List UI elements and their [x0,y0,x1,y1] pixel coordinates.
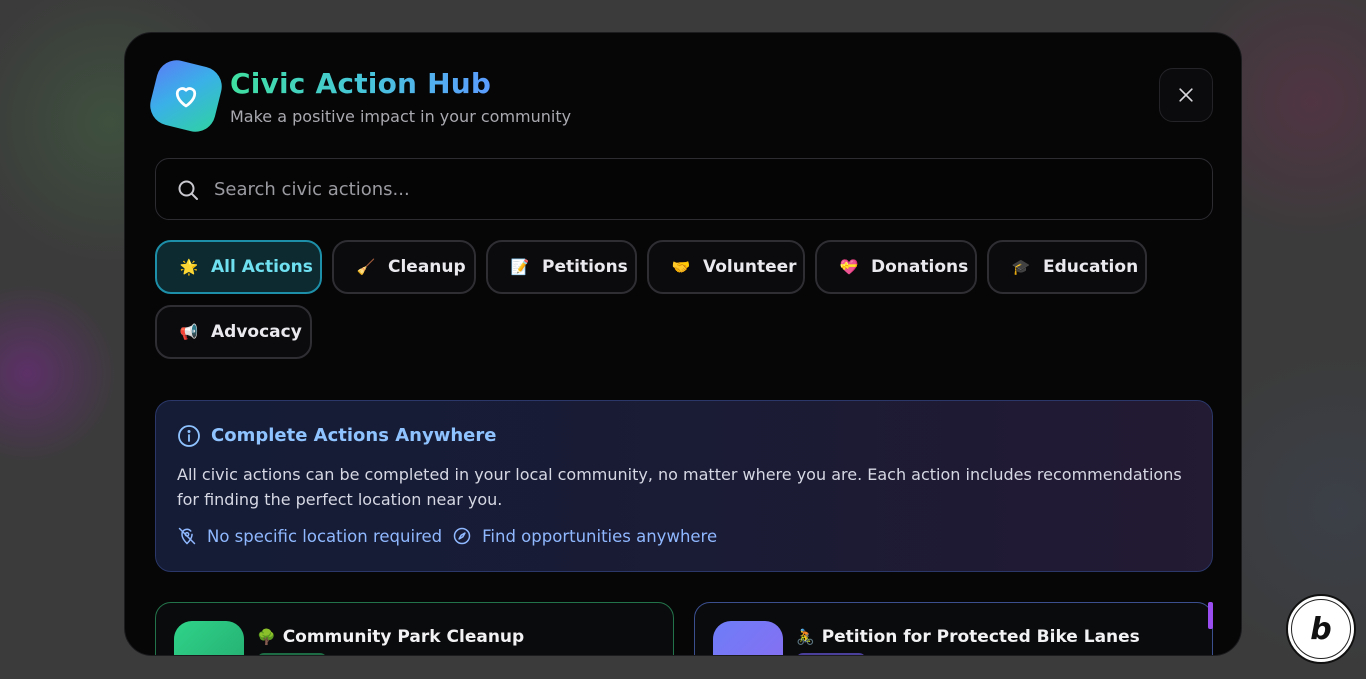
action-card-title-text: Community Park Cleanup [282,627,525,647]
megaphone-icon: 📢 [179,323,199,341]
heart-icon [175,87,197,108]
search-bar [155,158,1213,220]
action-card-title: 🌳 Community Park Cleanup [257,627,524,647]
info-icon [178,425,200,447]
category-badge [796,653,866,655]
category-chip-label: Donations [871,257,969,277]
category-chip-donations[interactable]: 💝 Donations [815,240,977,294]
info-meta: No specific location required Find oppor… [177,526,717,546]
category-chip-label: Volunteer [703,257,797,277]
action-card-title: 🚴 Petition for Protected Bike Lanes [796,627,1140,647]
category-chip-label: Advocacy [211,322,302,342]
page-title: Civic Action Hub [230,67,492,100]
category-chip-label: All Actions [211,257,313,277]
gift-heart-icon: 💝 [839,258,859,276]
page-subtitle: Make a positive impact in your community [230,107,572,126]
action-card[interactable]: 🚴 Petition for Protected Bike Lanes [694,602,1213,655]
document-icon [713,621,783,655]
info-heading: Complete Actions Anywhere [211,425,497,446]
category-chip-education[interactable]: 🎓 Education [987,240,1147,294]
category-chip-label: Cleanup [388,257,466,277]
search-input[interactable] [214,159,1174,219]
find-anywhere-text: Find opportunities anywhere [482,526,718,546]
no-location-text: No specific location required [207,526,443,546]
action-card-title-text: Petition for Protected Bike Lanes [821,627,1140,647]
info-body: All civic actions can be completed in yo… [177,465,1182,509]
app-logo [145,55,227,137]
close-button[interactable] [1159,68,1213,122]
category-chip-advocacy[interactable]: 📢 Advocacy [155,305,312,359]
location-off-icon [178,527,196,545]
category-chip-cleanup[interactable]: 🧹 Cleanup [332,240,476,294]
star-icon: 🌟 [179,258,199,276]
bolt-logo-icon: b [1310,611,1332,647]
category-chip-all-actions[interactable]: 🌟 All Actions [155,240,322,294]
category-chip-volunteer[interactable]: 🤝 Volunteer [647,240,805,294]
action-card[interactable]: 🌳 Community Park Cleanup [155,602,674,655]
bolt-badge[interactable]: b [1286,594,1356,664]
info-banner: Complete Actions Anywhere All civic acti… [155,400,1213,572]
handshake-icon: 🤝 [671,258,691,276]
compass-icon [453,527,471,545]
scrollbar-thumb[interactable] [1208,602,1213,629]
close-icon [1179,88,1193,102]
category-chip-petitions[interactable]: 📝 Petitions [486,240,637,294]
broom-icon [174,621,244,655]
civic-action-modal: Civic Action Hub Make a positive impact … [124,32,1242,656]
broom-icon: 🧹 [356,258,376,276]
graduation-cap-icon: 🎓 [1011,258,1031,276]
tree-icon: 🌳 [257,628,276,646]
cyclist-icon: 🚴 [796,628,815,646]
category-chip-label: Education [1043,257,1139,277]
category-chip-label: Petitions [542,257,628,277]
memo-icon: 📝 [510,258,530,276]
category-badge [257,653,327,655]
search-icon [178,180,198,200]
